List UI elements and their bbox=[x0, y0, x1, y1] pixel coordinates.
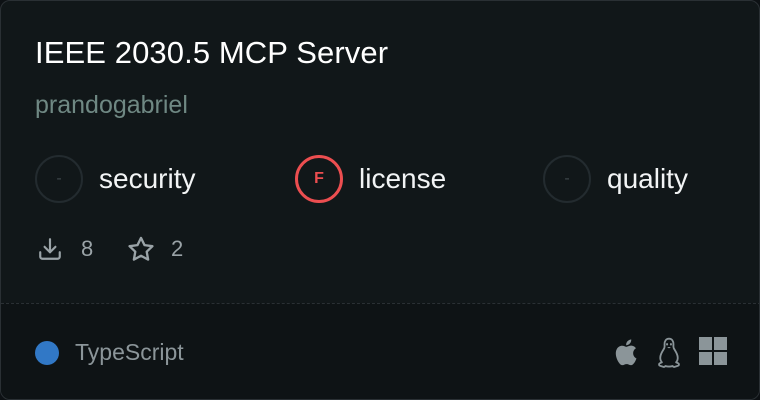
license-metric[interactable]: F license bbox=[295, 155, 446, 203]
linux-icon bbox=[655, 337, 683, 374]
language-color-dot bbox=[35, 341, 59, 365]
apple-icon bbox=[612, 337, 638, 372]
quality-metric[interactable]: - quality bbox=[543, 155, 688, 203]
card-footer: TypeScript bbox=[1, 303, 759, 399]
download-icon bbox=[37, 236, 63, 262]
license-label: license bbox=[359, 163, 447, 194]
quality-grade-badge: - bbox=[543, 155, 591, 203]
stars-stat: 2 bbox=[127, 235, 183, 263]
security-grade-badge: - bbox=[35, 155, 83, 203]
star-icon bbox=[127, 235, 155, 263]
author-link[interactable]: prandogabriel bbox=[35, 91, 188, 120]
server-title[interactable]: IEEE 2030.5 MCP Server bbox=[35, 35, 388, 71]
windows-icon bbox=[699, 337, 727, 370]
security-label: security bbox=[99, 163, 196, 194]
license-grade-badge: F bbox=[295, 155, 343, 203]
stars-count: 2 bbox=[171, 236, 184, 261]
quality-label: quality bbox=[607, 163, 688, 194]
server-card[interactable]: IEEE 2030.5 MCP Server prandogabriel - s… bbox=[0, 0, 760, 400]
language-label: TypeScript bbox=[75, 339, 184, 365]
downloads-stat: 8 bbox=[37, 235, 93, 263]
downloads-count: 8 bbox=[81, 236, 94, 261]
security-metric[interactable]: - security bbox=[35, 155, 195, 203]
